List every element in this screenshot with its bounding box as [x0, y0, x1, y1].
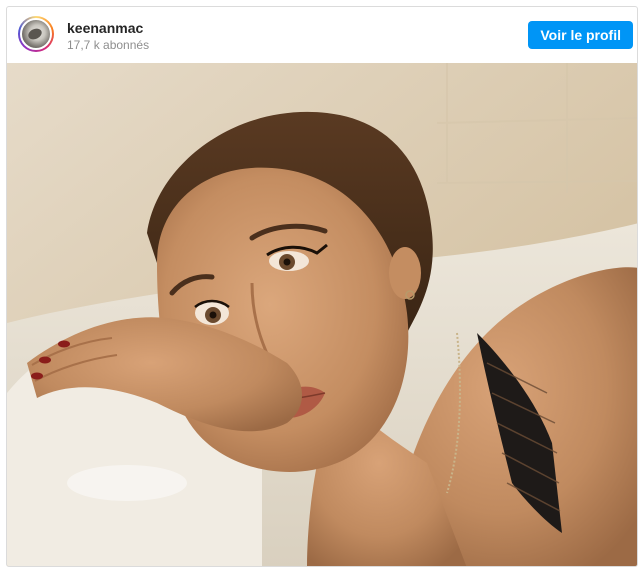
post-photo[interactable] [7, 63, 637, 566]
instagram-embed-card: keenanmac 17,7 k abonnés Voir le profil [6, 6, 638, 567]
post-header: keenanmac 17,7 k abonnés Voir le profil [7, 7, 637, 63]
photo-illustration [7, 63, 637, 566]
follower-count: 17,7 k abonnés [67, 38, 150, 52]
avatar[interactable] [20, 18, 52, 50]
username[interactable]: keenanmac [67, 20, 143, 36]
view-profile-button[interactable]: Voir le profil [528, 21, 633, 49]
story-ring[interactable] [18, 16, 54, 52]
